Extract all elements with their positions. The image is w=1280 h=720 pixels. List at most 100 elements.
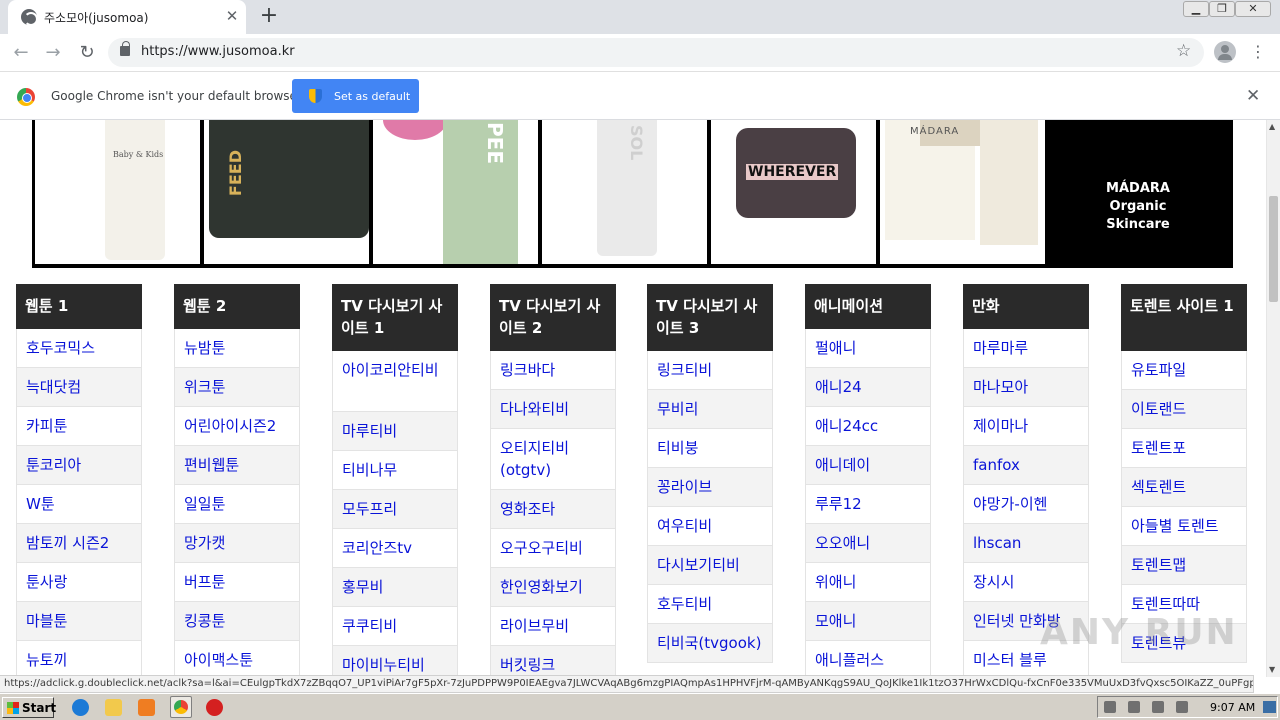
- site-link[interactable]: lhscan: [963, 524, 1089, 563]
- madara-ad-banner[interactable]: Baby & Kids FEED PEE SOL WHEREVER MÁDARA…: [32, 120, 1233, 268]
- site-link[interactable]: 툰코리아: [16, 446, 142, 485]
- site-link[interactable]: 루루12: [805, 485, 931, 524]
- site-link[interactable]: 티비붕: [647, 429, 773, 468]
- site-link[interactable]: 모두프리: [332, 490, 458, 529]
- site-link[interactable]: 아이코리안티비: [332, 351, 458, 412]
- chrome-taskbar-icon[interactable]: [170, 696, 192, 718]
- site-link[interactable]: 애니24cc: [805, 407, 931, 446]
- site-link[interactable]: 펄애니: [805, 329, 931, 368]
- folder-icon[interactable]: [105, 699, 122, 716]
- site-link[interactable]: 뉴밤툰: [174, 329, 300, 368]
- site-link[interactable]: 마블툰: [16, 602, 142, 641]
- ad-product-image[interactable]: PEE: [373, 120, 538, 264]
- ad-product-image[interactable]: MÁDARA: [880, 120, 1045, 264]
- volume-icon[interactable]: [1128, 701, 1140, 713]
- browser-tab[interactable]: 주소모아(jusomoa) ✕: [8, 0, 246, 34]
- site-link[interactable]: 여우티비: [647, 507, 773, 546]
- close-window-button[interactable]: ✕: [1235, 1, 1271, 17]
- site-link[interactable]: 일일툰: [174, 485, 300, 524]
- site-link[interactable]: 마나모아: [963, 368, 1089, 407]
- site-link[interactable]: 링크바다: [490, 351, 616, 390]
- site-link[interactable]: 토렌트포: [1121, 429, 1247, 468]
- back-button[interactable]: ←: [8, 40, 34, 66]
- ad-product-image[interactable]: Baby & Kids: [35, 120, 200, 264]
- site-link[interactable]: fanfox: [963, 446, 1089, 485]
- site-link[interactable]: W툰: [16, 485, 142, 524]
- security-icon[interactable]: [1176, 701, 1188, 713]
- site-link[interactable]: 버프툰: [174, 563, 300, 602]
- url-text[interactable]: https://www.jusomoa.kr: [141, 44, 295, 59]
- page-scrollbar[interactable]: ▲ ▼: [1266, 120, 1280, 677]
- site-link[interactable]: 늑대닷컴: [16, 368, 142, 407]
- site-link[interactable]: 무비리: [647, 390, 773, 429]
- site-link[interactable]: 애니24: [805, 368, 931, 407]
- site-link[interactable]: 쿠쿠티비: [332, 607, 458, 646]
- site-link[interactable]: 아들별 토렌트: [1121, 507, 1247, 546]
- site-link[interactable]: 어린아이시즌2: [174, 407, 300, 446]
- site-link[interactable]: 다시보기티비: [647, 546, 773, 585]
- site-link[interactable]: 망가캣: [174, 524, 300, 563]
- site-link[interactable]: 킹콩툰: [174, 602, 300, 641]
- clock[interactable]: 9:07 AM: [1210, 701, 1255, 714]
- site-link[interactable]: 오티지티비(otgtv): [490, 429, 616, 490]
- site-link[interactable]: 밤토끼 시즌2: [16, 524, 142, 563]
- site-link[interactable]: 호두티비: [647, 585, 773, 624]
- set-as-default-button[interactable]: Set as default: [292, 79, 419, 113]
- reload-button[interactable]: ↻: [74, 40, 100, 66]
- media-player-icon[interactable]: [138, 699, 155, 716]
- network-icon[interactable]: [1152, 701, 1164, 713]
- ad-product-image[interactable]: SOL: [542, 120, 707, 264]
- ad-product-image[interactable]: FEED: [204, 120, 369, 264]
- site-link[interactable]: 편비웹툰: [174, 446, 300, 485]
- site-link[interactable]: 마이비누티비: [332, 646, 458, 677]
- ad-brand-text[interactable]: MÁDARA Organic Skincare: [1048, 180, 1228, 234]
- scroll-down-arrow-icon[interactable]: ▼: [1269, 665, 1275, 674]
- site-link[interactable]: 애니데이: [805, 446, 931, 485]
- site-link[interactable]: 카피툰: [16, 407, 142, 446]
- site-link[interactable]: 링크티비: [647, 351, 773, 390]
- scroll-thumb[interactable]: [1269, 196, 1278, 302]
- site-link[interactable]: 마루마루: [963, 329, 1089, 368]
- lock-icon[interactable]: [120, 41, 130, 56]
- site-link[interactable]: 호두코믹스: [16, 329, 142, 368]
- site-link[interactable]: 티비나무: [332, 451, 458, 490]
- arrow-icon[interactable]: [1104, 701, 1116, 713]
- site-link[interactable]: 오오애니: [805, 524, 931, 563]
- site-link[interactable]: 툰사랑: [16, 563, 142, 602]
- site-link[interactable]: 라이브무비: [490, 607, 616, 646]
- site-link[interactable]: 섹토렌트: [1121, 468, 1247, 507]
- site-link[interactable]: 유토파일: [1121, 351, 1247, 390]
- infobar-close-icon[interactable]: ✕: [1246, 86, 1260, 106]
- ad-product-image[interactable]: WHEREVER: [711, 120, 876, 264]
- start-button[interactable]: Start: [2, 697, 56, 718]
- site-link[interactable]: 버킷링크: [490, 646, 616, 677]
- close-tab-icon[interactable]: ✕: [224, 8, 240, 24]
- forward-button[interactable]: →: [40, 40, 66, 66]
- site-link[interactable]: 홍무비: [332, 568, 458, 607]
- internet-explorer-icon[interactable]: [72, 699, 89, 716]
- site-link[interactable]: 토렌트맵: [1121, 546, 1247, 585]
- site-link[interactable]: 마루티비: [332, 412, 458, 451]
- site-link[interactable]: 오구오구티비: [490, 529, 616, 568]
- profile-avatar-icon[interactable]: [1214, 41, 1236, 63]
- site-link[interactable]: 꽁라이브: [647, 468, 773, 507]
- site-link[interactable]: 제이마나: [963, 407, 1089, 446]
- scroll-up-arrow-icon[interactable]: ▲: [1269, 122, 1275, 131]
- site-link[interactable]: 티비국(tvgook): [647, 624, 773, 663]
- site-link[interactable]: 이토랜드: [1121, 390, 1247, 429]
- site-link[interactable]: 모애니: [805, 602, 931, 641]
- site-link[interactable]: 다나와티비: [490, 390, 616, 429]
- notification-flag-icon[interactable]: [1263, 701, 1276, 713]
- maximize-button[interactable]: ❐: [1209, 1, 1235, 17]
- site-link[interactable]: 야망가-이헨: [963, 485, 1089, 524]
- site-link[interactable]: 위애니: [805, 563, 931, 602]
- site-link[interactable]: 뉴토끼: [16, 641, 142, 677]
- stop-icon[interactable]: [206, 699, 223, 716]
- minimize-button[interactable]: ▁: [1183, 1, 1209, 17]
- chrome-menu-button[interactable]: ⋮: [1250, 40, 1266, 66]
- new-tab-button[interactable]: +: [258, 5, 280, 28]
- site-link[interactable]: 한인영화보기: [490, 568, 616, 607]
- site-link[interactable]: 장시시: [963, 563, 1089, 602]
- site-link[interactable]: 영화조타: [490, 490, 616, 529]
- site-link[interactable]: 애니플러스: [805, 641, 931, 677]
